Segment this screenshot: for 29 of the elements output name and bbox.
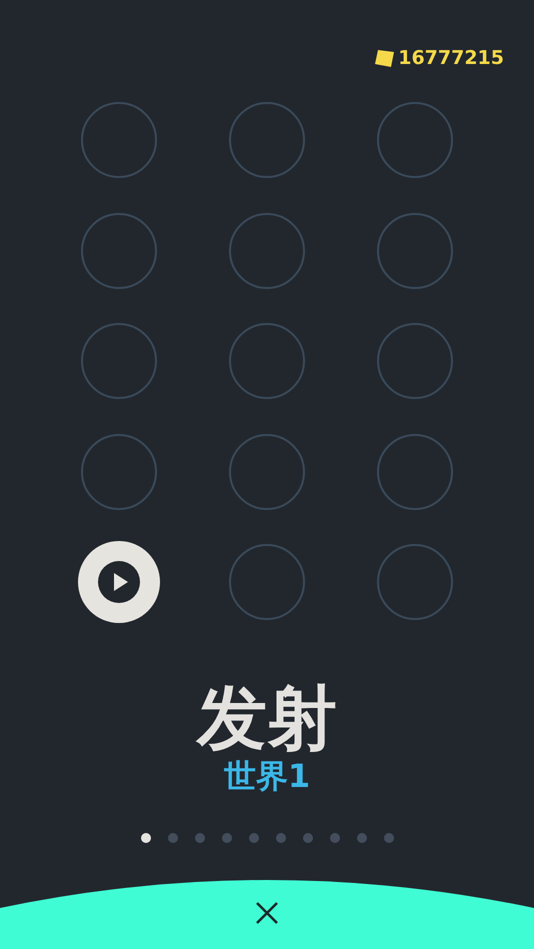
level-slot[interactable]: [229, 212, 305, 289]
title: 发射: [197, 680, 337, 756]
level-slot[interactable]: [229, 323, 305, 400]
page-dot[interactable]: [248, 832, 258, 842]
coin-icon: [375, 48, 394, 66]
level-slot[interactable]: [81, 323, 157, 400]
level-slot[interactable]: [377, 544, 453, 620]
page-dot[interactable]: [384, 832, 394, 842]
level-slot[interactable]: [377, 323, 453, 400]
page-dot[interactable]: [302, 832, 312, 842]
page-dot[interactable]: [194, 832, 204, 842]
level-slot[interactable]: [81, 102, 157, 178]
page-dot[interactable]: [140, 832, 150, 842]
level-slot[interactable]: [229, 102, 305, 178]
page-dot[interactable]: [222, 832, 232, 842]
level-slot[interactable]: [377, 102, 453, 178]
page-dot[interactable]: [168, 832, 178, 842]
level-slot[interactable]: [229, 544, 305, 620]
level-slot[interactable]: [81, 212, 157, 289]
page-dot[interactable]: [330, 832, 340, 842]
play-icon: [98, 561, 140, 604]
level-slot[interactable]: [229, 434, 305, 510]
level-slot[interactable]: [377, 212, 453, 289]
coin-count: 16777215: [398, 46, 504, 70]
level-slot[interactable]: [377, 434, 453, 510]
page-dot[interactable]: [276, 832, 286, 842]
page-dot[interactable]: [356, 832, 366, 842]
level-slot[interactable]: [81, 434, 157, 510]
subtitle: 世界1: [224, 756, 310, 796]
